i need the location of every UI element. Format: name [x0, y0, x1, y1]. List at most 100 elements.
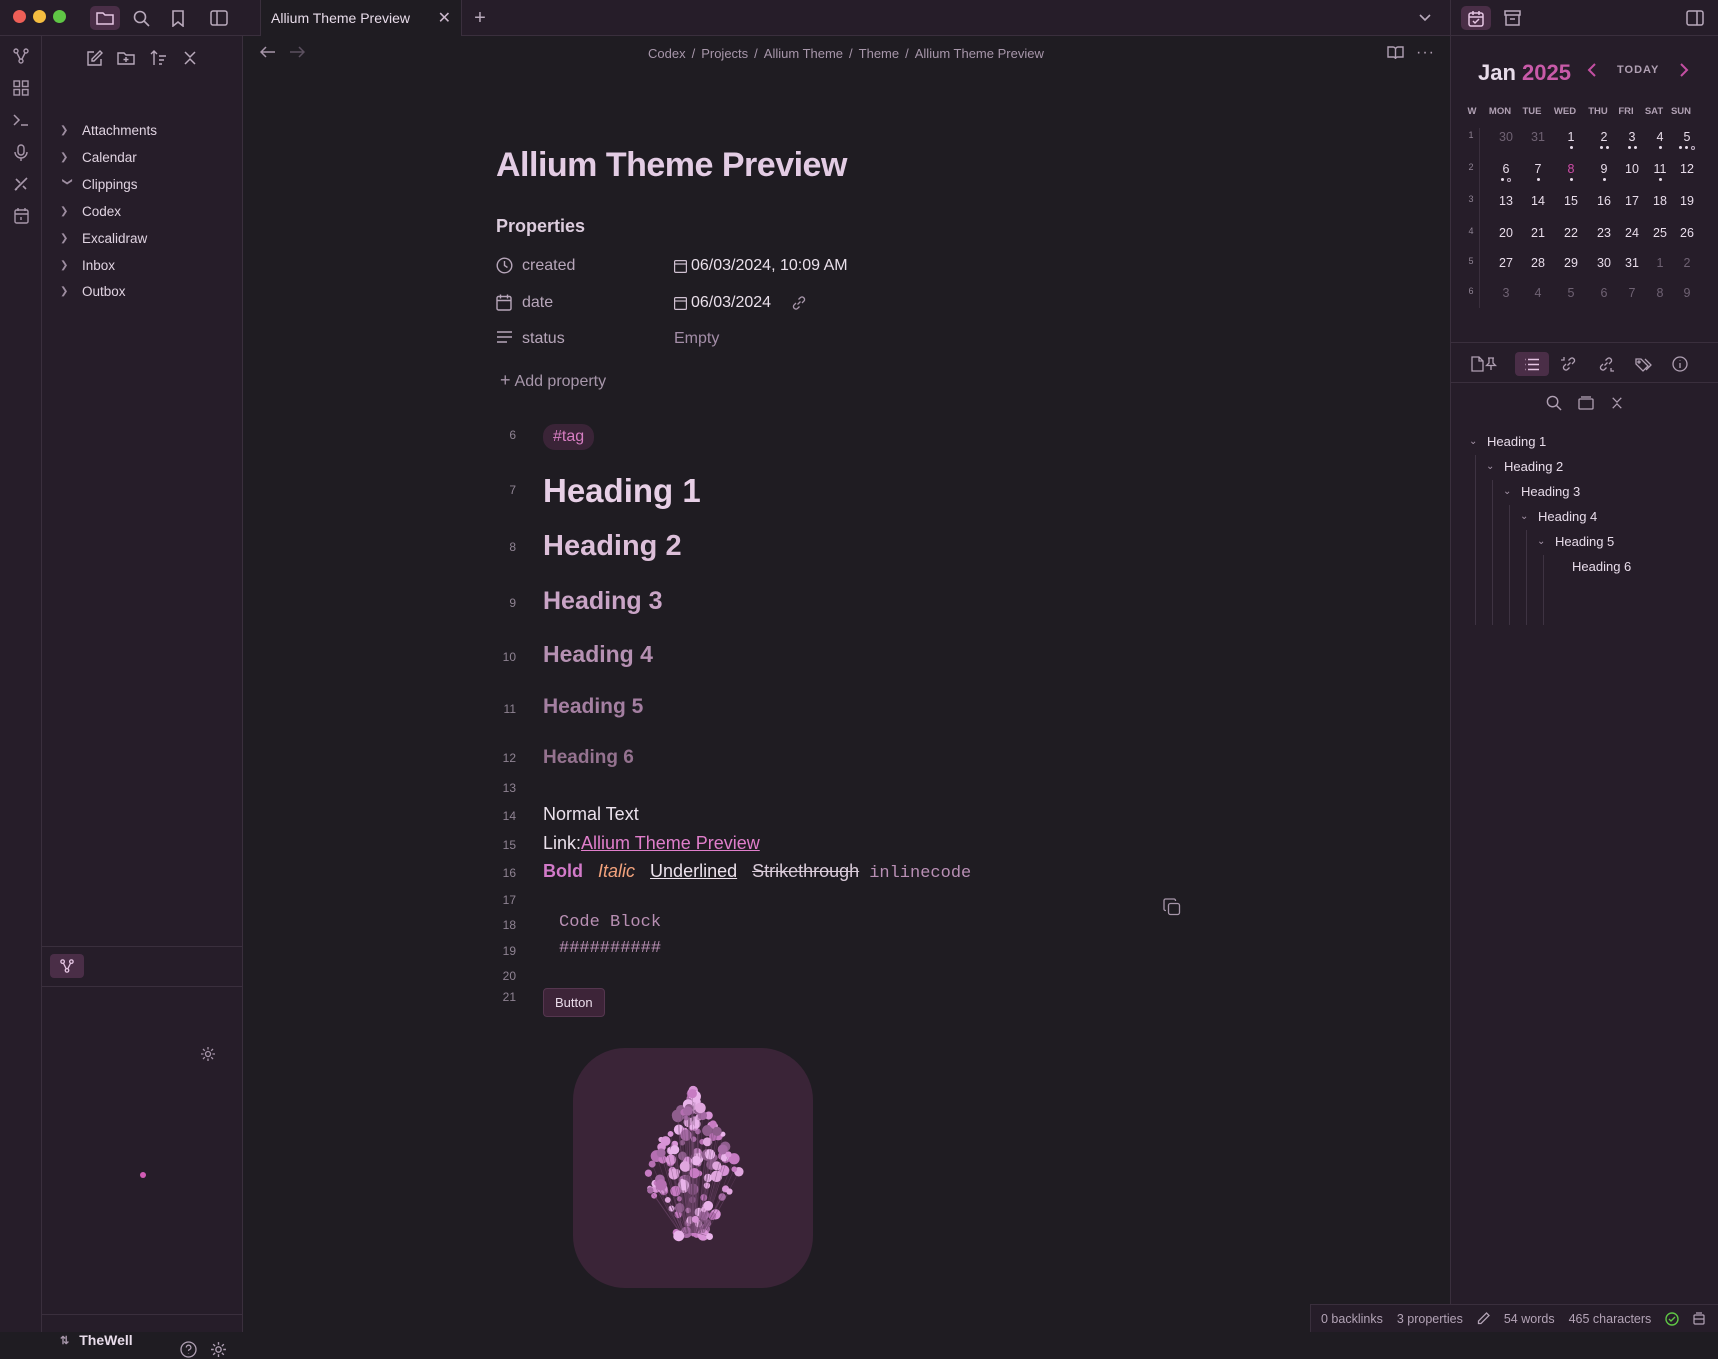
bookmark-icon[interactable]	[165, 6, 191, 30]
local-graph-icon[interactable]	[50, 954, 84, 978]
forward-arrow-icon[interactable]	[289, 46, 305, 58]
calendar-day[interactable]: 23	[1589, 226, 1619, 256]
toggle-left-sidebar-icon[interactable]	[206, 6, 232, 30]
new-folder-icon[interactable]	[114, 46, 138, 70]
week-number[interactable]: 5	[1465, 256, 1477, 266]
calendar-day[interactable]: 29	[1556, 256, 1586, 286]
calendar-day[interactable]: 8	[1645, 286, 1675, 316]
strikethrough-text[interactable]: Strikethrough	[752, 861, 859, 881]
calendar-day[interactable]: 31	[1617, 256, 1647, 286]
breadcrumb-codex[interactable]: Codex	[648, 46, 686, 61]
heading-1[interactable]: Heading 1	[543, 472, 701, 510]
close-window-button[interactable]	[13, 10, 26, 23]
property-value[interactable]: 06/03/2024, 10:09 AM	[674, 257, 848, 275]
calendar-day[interactable]: 5	[1556, 286, 1586, 316]
backlinks-icon[interactable]	[1555, 352, 1583, 376]
collapse-all-icon[interactable]	[178, 46, 202, 70]
outline-item-heading-4[interactable]: ⌄Heading 4	[1520, 504, 1597, 528]
outline-tab-icon[interactable]	[1515, 352, 1549, 376]
week-number[interactable]: 1	[1465, 130, 1477, 140]
new-note-icon[interactable]	[82, 46, 106, 70]
calendar-day[interactable]: 2	[1589, 130, 1619, 160]
close-tab-icon[interactable]: ✕	[438, 8, 451, 28]
outline-item-heading-1[interactable]: ⌄Heading 1	[1469, 429, 1546, 453]
calendar-month-title[interactable]: Jan 2025	[1478, 60, 1571, 86]
sort-icon[interactable]	[146, 46, 170, 70]
breadcrumb-projects[interactable]: Projects	[701, 46, 748, 61]
button[interactable]: Button	[543, 988, 605, 1017]
calendar-day[interactable]: 3	[1617, 130, 1647, 160]
help-icon[interactable]	[180, 1341, 198, 1359]
calendar-day[interactable]: 4	[1645, 130, 1675, 160]
property-date[interactable]: date 06/03/2024	[496, 290, 807, 316]
calendar-day[interactable]: 18	[1645, 194, 1675, 224]
reading-view-icon[interactable]	[1387, 46, 1404, 60]
calendar-day[interactable]: 8	[1556, 162, 1586, 192]
archive-icon[interactable]	[1499, 6, 1525, 30]
sync-check-icon[interactable]	[1665, 1312, 1679, 1326]
outgoing-links-icon[interactable]	[1592, 352, 1620, 376]
folder-outbox[interactable]: ❯Outbox	[60, 279, 126, 303]
outline-item-heading-5[interactable]: ⌄Heading 5	[1537, 529, 1614, 553]
heading-2[interactable]: Heading 2	[543, 530, 682, 563]
link-icon[interactable]	[791, 295, 807, 311]
calendar-day[interactable]: 31	[1523, 130, 1553, 160]
calendar-day[interactable]: 2	[1672, 256, 1702, 286]
backlinks-count[interactable]: 0 backlinks	[1321, 1312, 1383, 1326]
calendar-day[interactable]: 9	[1672, 286, 1702, 316]
calendar-day[interactable]: 24	[1617, 226, 1647, 256]
folder-clippings[interactable]: ❯Clippings	[60, 172, 138, 196]
calendar-day[interactable]: 25	[1645, 226, 1675, 256]
inline-code[interactable]: inlinecode	[869, 864, 971, 883]
folder-inbox[interactable]: ❯Inbox	[60, 253, 115, 277]
outline-item-heading-6[interactable]: Heading 6	[1572, 554, 1631, 578]
toggle-right-sidebar-icon[interactable]	[1682, 6, 1708, 30]
vault-switcher[interactable]: ⇅ TheWell	[60, 1332, 133, 1348]
more-options-icon[interactable]: ···	[1416, 44, 1435, 62]
heading-3[interactable]: Heading 3	[543, 587, 662, 616]
tag-pill[interactable]: #tag	[543, 424, 594, 450]
heading-6[interactable]: Heading 6	[543, 747, 634, 769]
calendar-day[interactable]: 27	[1491, 256, 1521, 286]
files-icon[interactable]	[90, 6, 120, 30]
info-icon[interactable]	[1666, 352, 1694, 376]
week-number[interactable]: 2	[1465, 162, 1477, 172]
calendar-day[interactable]: 10	[1617, 162, 1647, 192]
today-button[interactable]: TODAY	[1617, 64, 1659, 76]
calendar-day[interactable]: 17	[1617, 194, 1647, 224]
code-line-1[interactable]: Code Block	[559, 913, 661, 932]
calendar-day[interactable]: 1	[1645, 256, 1675, 286]
tools-icon[interactable]	[9, 172, 33, 196]
property-created[interactable]: created 06/03/2024, 10:09 AM	[496, 253, 848, 279]
calendar-day[interactable]: 30	[1491, 130, 1521, 160]
previous-month-icon[interactable]	[1587, 62, 1597, 78]
calendar-day[interactable]: 9	[1589, 162, 1619, 192]
calendar-day[interactable]: 7	[1523, 162, 1553, 192]
week-number[interactable]: 6	[1465, 286, 1477, 296]
daily-note-icon[interactable]	[9, 204, 33, 228]
breadcrumb-current[interactable]: Allium Theme Preview	[915, 46, 1044, 61]
graph-icon[interactable]	[9, 44, 33, 68]
note-title[interactable]: Allium Theme Preview	[496, 146, 847, 185]
calendar-day[interactable]: 6	[1491, 162, 1521, 192]
calendar-day[interactable]: 12	[1672, 162, 1702, 192]
calendar-day[interactable]: 7	[1617, 286, 1647, 316]
calendar-day[interactable]: 20	[1491, 226, 1521, 256]
calendar-day[interactable]: 26	[1672, 226, 1702, 256]
property-status[interactable]: status Empty	[496, 326, 719, 352]
calendar-day[interactable]: 30	[1589, 256, 1619, 286]
calendar-day[interactable]: 13	[1491, 194, 1521, 224]
microphone-icon[interactable]	[9, 140, 33, 164]
edit-mode-icon[interactable]	[1477, 1312, 1490, 1325]
italic-text[interactable]: Italic	[598, 861, 635, 881]
property-value[interactable]: Empty	[674, 330, 719, 348]
heading-4[interactable]: Heading 4	[543, 641, 653, 668]
search-icon[interactable]	[128, 6, 154, 30]
dashboard-icon[interactable]	[9, 76, 33, 100]
outline-search-icon[interactable]	[1543, 392, 1565, 414]
calendar-day[interactable]: 15	[1556, 194, 1586, 224]
calendar-day[interactable]: 16	[1589, 194, 1619, 224]
outline-collapse-icon[interactable]	[1606, 392, 1628, 414]
calendar-day[interactable]: 21	[1523, 226, 1553, 256]
folder-codex[interactable]: ❯Codex	[60, 199, 121, 223]
